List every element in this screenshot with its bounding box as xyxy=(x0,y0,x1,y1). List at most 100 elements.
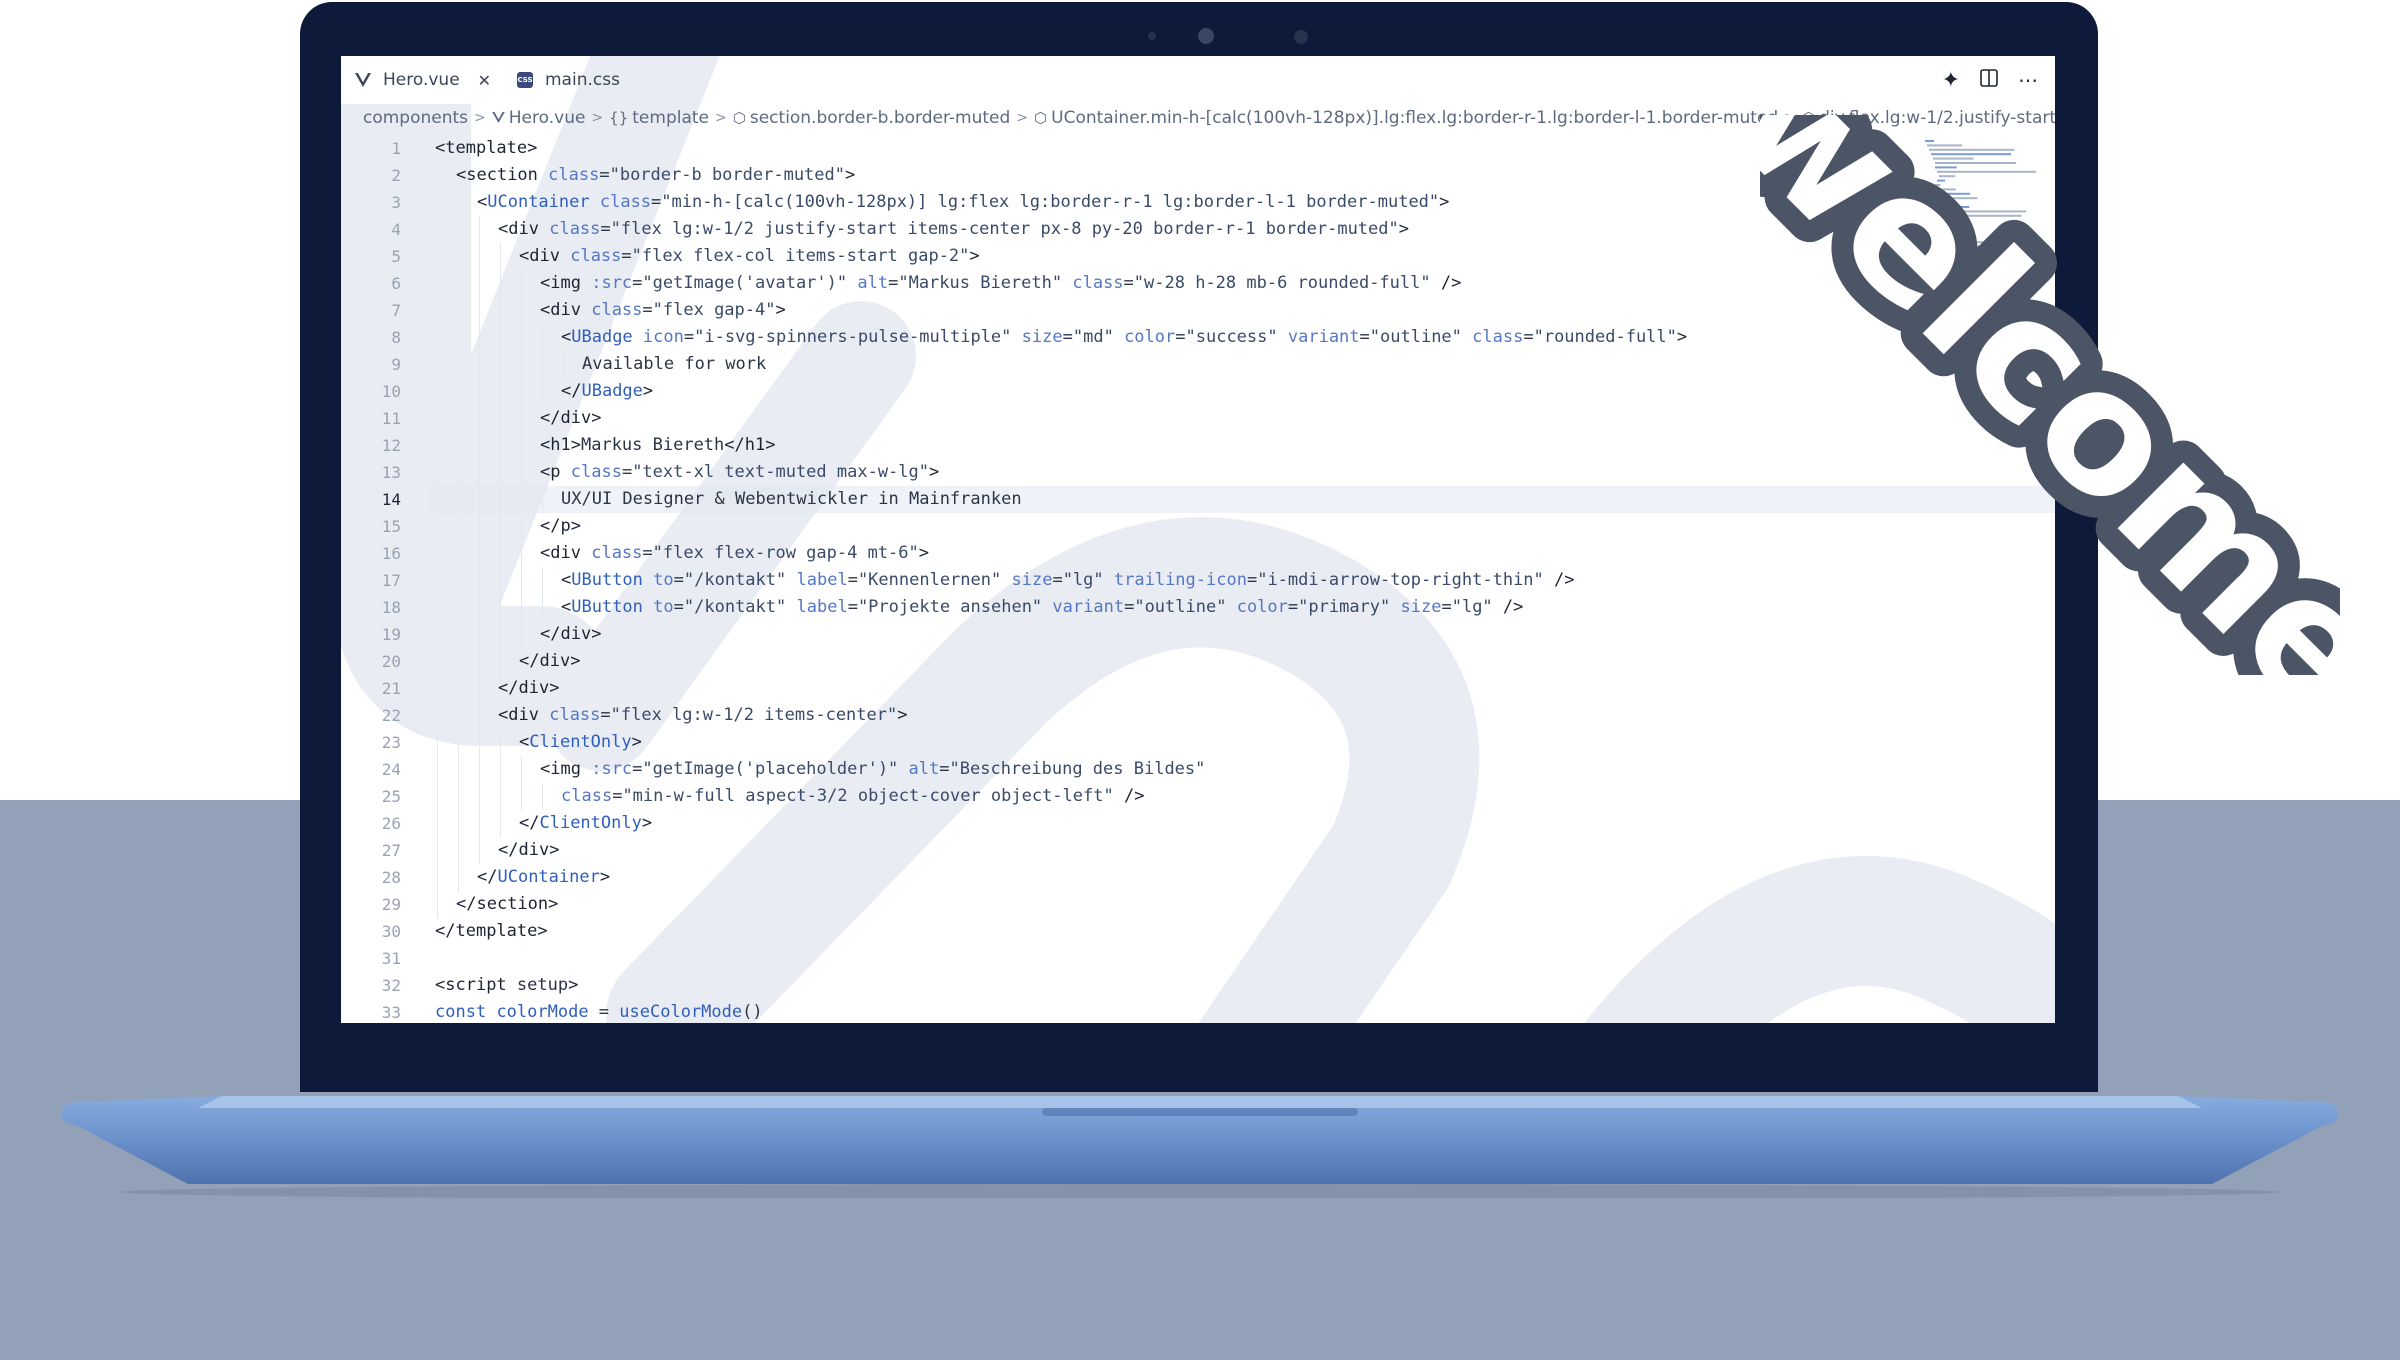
code-text: UX/UI Designer & Webentwickler in Mainfr… xyxy=(561,489,1022,509)
indent-guide xyxy=(458,324,459,351)
code-line[interactable]: 31 xyxy=(341,945,2055,972)
code-text: <UBadge icon="i-svg-spinners-pulse-multi… xyxy=(561,327,1688,347)
line-number: 31 xyxy=(381,949,401,968)
breadcrumb-item[interactable]: template xyxy=(632,108,709,128)
line-number: 7 xyxy=(391,301,401,320)
indent-guide xyxy=(479,729,480,756)
code-text: <div class="flex flex-col items-start ga… xyxy=(519,246,980,266)
chevron-right-icon: > xyxy=(474,110,486,126)
cube-icon: ⬡ xyxy=(732,109,746,127)
indent-guide xyxy=(437,675,438,702)
code-text: <ClientOnly> xyxy=(519,732,642,752)
code-line[interactable]: 25 class="min-w-full aspect-3/2 object-co… xyxy=(341,783,2055,810)
line-number: 14 xyxy=(381,490,401,509)
indent-guide xyxy=(458,432,459,459)
line-number: 13 xyxy=(381,463,401,482)
line-number: 1 xyxy=(391,139,401,158)
indent-guide xyxy=(479,297,480,324)
split-editor-icon[interactable] xyxy=(1980,69,1998,91)
code-line[interactable]: 23 <ClientOnly> xyxy=(341,729,2055,756)
breadcrumb-item[interactable]: UContainer.min-h-[calc(100vh-128px)].lg:… xyxy=(1051,108,1778,128)
indent-guide xyxy=(479,675,480,702)
line-number: 30 xyxy=(381,922,401,941)
indent-guide xyxy=(521,297,522,324)
indent-guide xyxy=(479,702,480,729)
breadcrumb-item[interactable]: section.border-b.border-muted xyxy=(750,108,1010,128)
indent-guide xyxy=(500,621,501,648)
indent-guide xyxy=(458,648,459,675)
indent-guide xyxy=(437,486,438,513)
line-number: 15 xyxy=(381,517,401,536)
code-text: <div class="flex gap-4"> xyxy=(540,300,786,320)
code-text: </section> xyxy=(456,894,559,914)
indent-guide xyxy=(458,756,459,783)
line-number: 6 xyxy=(391,274,401,293)
code-text: <p class="text-xl text-muted max-w-lg"> xyxy=(540,462,940,482)
line-number: 27 xyxy=(381,841,401,860)
indent-guide xyxy=(479,810,480,837)
breadcrumb-item[interactable]: components xyxy=(363,108,468,128)
line-number: 4 xyxy=(391,220,401,239)
indent-guide xyxy=(437,891,438,918)
indent-guide xyxy=(542,783,543,810)
camera-dot-left xyxy=(1148,32,1156,40)
indent-guide xyxy=(437,756,438,783)
code-text: class="min-w-full aspect-3/2 object-cove… xyxy=(561,786,1145,806)
indent-guide xyxy=(521,540,522,567)
code-text: </ClientOnly> xyxy=(519,813,653,833)
indent-guide xyxy=(521,459,522,486)
breadcrumb-item[interactable]: Hero.vue xyxy=(509,108,586,128)
code-line[interactable]: 30 </template> xyxy=(341,918,2055,945)
tab-close-icon[interactable]: ✕ xyxy=(478,71,491,90)
sparkle-icon[interactable]: ✦ xyxy=(1942,68,1960,93)
code-text: </p> xyxy=(540,516,581,536)
tab-label: main.css xyxy=(545,70,620,90)
code-text: <UContainer class="min-h-[calc(100vh-128… xyxy=(477,192,1450,212)
more-icon[interactable]: ⋯ xyxy=(2018,68,2039,92)
chevron-right-icon: > xyxy=(715,110,727,126)
laptop-base xyxy=(62,1096,2338,1198)
code-line[interactable]: 28 </UContainer> xyxy=(341,864,2055,891)
code-text: </div> xyxy=(540,408,602,428)
tab-main-css[interactable]: CSS main.css xyxy=(507,56,657,104)
indent-guide xyxy=(458,513,459,540)
indent-guide xyxy=(521,378,522,405)
tab-hero-vue[interactable]: Hero.vue ✕ xyxy=(341,56,501,104)
line-number: 8 xyxy=(391,328,401,347)
indent-guide xyxy=(458,702,459,729)
indent-guide xyxy=(500,783,501,810)
indent-guide xyxy=(437,567,438,594)
indent-guide xyxy=(521,567,522,594)
code-line[interactable]: 27 </div> xyxy=(341,837,2055,864)
indent-guide xyxy=(458,594,459,621)
indent-guide xyxy=(500,243,501,270)
code-line[interactable]: 22 <div class="flex lg:w-1/2 items-center… xyxy=(341,702,2055,729)
line-number: 5 xyxy=(391,247,401,266)
code-line[interactable]: 21 </div> xyxy=(341,675,2055,702)
line-number: 29 xyxy=(381,895,401,914)
indent-guide xyxy=(500,432,501,459)
indent-guide xyxy=(458,567,459,594)
tab-label: Hero.vue xyxy=(383,70,460,90)
indent-guide xyxy=(458,351,459,378)
code-line[interactable]: 32 <script setup> xyxy=(341,972,2055,999)
vue-icon xyxy=(355,73,371,87)
code-line[interactable]: 24 <img :src="getImage('placeholder')" al… xyxy=(341,756,2055,783)
indent-guide xyxy=(500,486,501,513)
code-line[interactable]: 33 const colorMode = useColorMode() xyxy=(341,999,2055,1023)
code-line[interactable]: 29 </section> xyxy=(341,891,2055,918)
indent-guide xyxy=(437,837,438,864)
indent-guide xyxy=(437,216,438,243)
code-text: <img :src="getImage('avatar')" alt="Mark… xyxy=(540,273,1462,293)
indent-guide xyxy=(500,459,501,486)
code-text: <img :src="getImage('placeholder')" alt=… xyxy=(540,759,1206,779)
indent-guide xyxy=(458,459,459,486)
cube-icon: ⬡ xyxy=(1034,109,1048,127)
indent-guide xyxy=(437,162,438,189)
code-line[interactable]: 26 </ClientOnly> xyxy=(341,810,2055,837)
indent-guide xyxy=(437,540,438,567)
indent-guide xyxy=(521,783,522,810)
line-number: 3 xyxy=(391,193,401,212)
indent-guide xyxy=(521,432,522,459)
indent-guide xyxy=(479,513,480,540)
